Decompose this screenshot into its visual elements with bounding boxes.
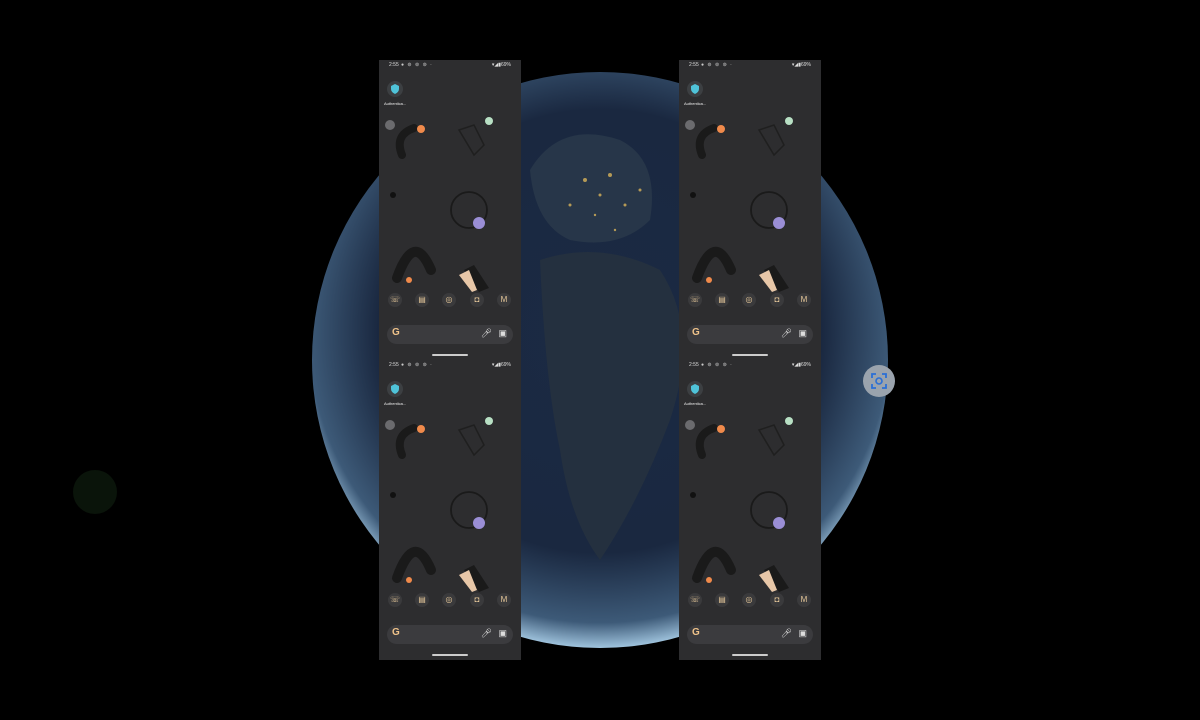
camera-icon[interactable]: ◘: [770, 293, 784, 307]
gmail-icon[interactable]: M: [497, 593, 511, 607]
phone-screen-top-left: 2:55 ● ⊚ ⊚ ⊚ · ▾◢▮69% Authentica... ☏ ▤ …: [379, 60, 521, 360]
chrome-icon[interactable]: ◎: [442, 293, 456, 307]
phone-icon[interactable]: ☏: [688, 293, 702, 307]
chrome-icon[interactable]: ◎: [442, 593, 456, 607]
mic-icon[interactable]: 🎤︎: [781, 328, 792, 339]
phone-icon[interactable]: ☏: [388, 293, 402, 307]
earth-wallpaper: [0, 0, 1200, 720]
chrome-icon[interactable]: ◎: [742, 293, 756, 307]
phone-icon[interactable]: ☏: [688, 593, 702, 607]
messages-icon[interactable]: ▤: [715, 293, 729, 307]
camera-icon[interactable]: ◘: [470, 593, 484, 607]
status-battery: ▾◢▮69%: [491, 362, 511, 368]
status-battery: ▾◢▮69%: [491, 62, 511, 68]
status-time: 2:55: [389, 62, 399, 68]
chrome-icon[interactable]: ◎: [742, 593, 756, 607]
authenticator-shield-icon[interactable]: [687, 81, 703, 97]
authenticator-shield-icon[interactable]: [387, 381, 403, 397]
phone-icon[interactable]: ☏: [388, 593, 402, 607]
authenticator-shield-icon[interactable]: [687, 381, 703, 397]
status-time: 2:55: [689, 62, 699, 68]
status-time: 2:55: [689, 362, 699, 368]
lens-icon[interactable]: ▣: [498, 328, 507, 339]
phone-screen-bottom-right: 2:55 ● ⊚ ⊚ ⊚ · ▾◢▮69% Authentica... ☏ ▤ …: [679, 360, 821, 660]
notification-icons: ● ⊚ ⊚ ⊚ ·: [701, 62, 733, 68]
google-search-bar[interactable]: G 🎤︎ ▣: [687, 625, 813, 644]
notification-icons: ● ⊚ ⊚ ⊚ ·: [701, 362, 733, 368]
status-battery: ▾◢▮69%: [791, 62, 811, 68]
gesture-bar[interactable]: [732, 654, 768, 656]
status-battery: ▾◢▮69%: [791, 362, 811, 368]
app-label: Authentica...: [384, 101, 407, 106]
phone-screen-top-right: 2:55 ● ⊚ ⊚ ⊚ · ▾◢▮69% Authentica... ☏ ▤ …: [679, 60, 821, 360]
app-label: Authentica...: [384, 401, 407, 406]
camera-icon[interactable]: ◘: [470, 293, 484, 307]
notification-icons: ● ⊚ ⊚ ⊚ ·: [401, 362, 433, 368]
google-search-bar[interactable]: G 🎤︎ ▣: [387, 625, 513, 644]
gesture-bar[interactable]: [732, 354, 768, 356]
mic-icon[interactable]: 🎤︎: [781, 628, 792, 639]
gmail-icon[interactable]: M: [797, 593, 811, 607]
mic-icon[interactable]: 🎤︎: [481, 628, 492, 639]
google-search-bar[interactable]: G 🎤︎ ▣: [687, 325, 813, 344]
gmail-icon[interactable]: M: [797, 293, 811, 307]
lens-icon[interactable]: ▣: [498, 628, 507, 639]
lens-icon[interactable]: ▣: [798, 328, 807, 339]
camera-icon[interactable]: ◘: [770, 593, 784, 607]
messages-icon[interactable]: ▤: [415, 293, 429, 307]
mic-icon[interactable]: 🎤︎: [481, 328, 492, 339]
screenshot-icon: [871, 373, 887, 389]
notification-icons: ● ⊚ ⊚ ⊚ ·: [401, 62, 433, 68]
phone-screen-bottom-left: 2:55 ● ⊚ ⊚ ⊚ · ▾◢▮69% Authentica... ☏ ▤ …: [379, 360, 521, 660]
gesture-bar[interactable]: [432, 354, 468, 356]
screenshot-button[interactable]: [863, 365, 895, 397]
google-search-bar[interactable]: G 🎤︎ ▣: [387, 325, 513, 344]
gesture-bar[interactable]: [432, 654, 468, 656]
google-logo: G: [392, 327, 400, 338]
google-logo: G: [692, 627, 700, 638]
lens-icon[interactable]: ▣: [798, 628, 807, 639]
app-label: Authentica...: [684, 101, 707, 106]
app-label: Authentica...: [684, 401, 707, 406]
google-logo: G: [692, 327, 700, 338]
status-time: 2:55: [389, 362, 399, 368]
gmail-icon[interactable]: M: [497, 293, 511, 307]
messages-icon[interactable]: ▤: [415, 593, 429, 607]
messages-icon[interactable]: ▤: [715, 593, 729, 607]
authenticator-shield-icon[interactable]: [387, 81, 403, 97]
google-logo: G: [392, 627, 400, 638]
